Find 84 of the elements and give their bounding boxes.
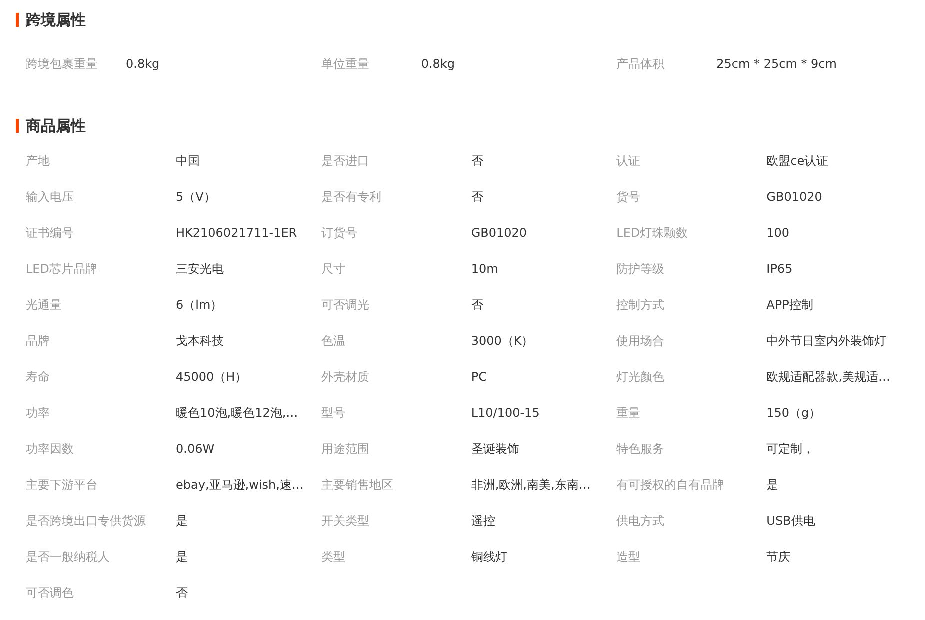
attribute-label: 使用场合 [616, 333, 666, 350]
attribute-value: 0.8kg [126, 56, 160, 73]
attribute-value: 圣诞装饰 [471, 441, 520, 458]
attribute-value: L10/100-15 [471, 405, 540, 422]
attribute-value: 0.06W [176, 441, 215, 458]
attribute-label: 光通量 [26, 297, 63, 314]
attribute-label: 单位重量 [321, 56, 370, 73]
attribute-value: 否 [176, 585, 188, 602]
attribute-value: 否 [471, 189, 484, 206]
attribute-value: GB01020 [766, 189, 822, 206]
attribute-value: 节庆 [766, 549, 791, 566]
attribute-value: 是 [176, 549, 188, 566]
attribute-label: 控制方式 [616, 297, 666, 314]
attribute-label: 寿命 [26, 369, 51, 386]
attribute-label: 用途范围 [321, 441, 370, 458]
attribute-label: 主要销售地区 [321, 477, 394, 494]
attribute-label: 订货号 [321, 225, 358, 242]
attribute-value: 中国 [176, 153, 200, 170]
attribute-value: 三安光电 [176, 261, 224, 278]
attribute-label: 造型 [616, 549, 642, 566]
attribute-label: 特色服务 [616, 441, 666, 458]
attribute-label: 产品体积 [616, 56, 666, 73]
attribute-value: GB01020 [471, 225, 528, 242]
attribute-value: 暖色10泡,暖色12泡,… [176, 405, 298, 422]
attribute-value: 10m [471, 261, 498, 278]
attribute-label: 类型 [321, 549, 346, 566]
attribute-label: 功率因数 [26, 441, 75, 458]
attribute-value: 100 [766, 225, 790, 242]
attribute-value: HK2106021711-1ER [176, 225, 298, 242]
attribute-label: 是否跨境出口专供货源 [26, 513, 147, 530]
accent-bar [16, 13, 19, 27]
section-title: 商品属性 [26, 116, 86, 136]
attribute-label: 灯光颜色 [616, 369, 666, 386]
attribute-value: 45000（H） [176, 369, 248, 386]
attribute-value: 25cm * 25cm * 9cm [716, 56, 837, 73]
attribute-label: 开关类型 [321, 513, 370, 530]
attribute-label: 证书编号 [26, 225, 75, 242]
attribute-label: 输入电压 [26, 189, 75, 206]
attribute-label: 有可授权的自有品牌 [616, 477, 726, 494]
attribute-value: 戈本科技 [176, 333, 224, 350]
attribute-value: PC [471, 369, 487, 386]
attribute-label: 认证 [616, 153, 642, 170]
attribute-label: 跨境包裹重量 [26, 56, 99, 73]
attribute-value: 是 [766, 477, 779, 494]
attribute-value: ebay,亚马逊,wish,速… [176, 477, 304, 494]
attribute-value: USB供电 [766, 513, 816, 530]
attribute-value: 中外节日室内外装饰灯 [766, 333, 887, 350]
attribute-label: 可否调色 [26, 585, 75, 602]
attribute-value: APP控制 [766, 297, 814, 314]
attribute-value: IP65 [766, 261, 793, 278]
attribute-value: 非洲,欧洲,南美,东南… [471, 477, 591, 494]
attribute-label: 型号 [321, 405, 346, 422]
attribute-label: 外壳材质 [321, 369, 370, 386]
attribute-label: 主要下游平台 [26, 477, 99, 494]
attribute-label: LED芯片品牌 [26, 261, 99, 278]
attribute-label: 重量 [616, 405, 642, 422]
attribute-value: 5（V） [176, 189, 216, 206]
attribute-value: 是 [176, 513, 188, 530]
attribute-value: 150（g） [766, 405, 822, 422]
attribute-label: 可否调光 [321, 297, 370, 314]
attribute-value: 3000（K） [471, 333, 534, 350]
attribute-label: 防护等级 [616, 261, 666, 278]
attribute-value: 6（lm） [176, 297, 223, 314]
attribute-value: 可定制， [766, 441, 815, 458]
attribute-label: 功率 [26, 405, 51, 422]
attribute-label: 是否一般纳税人 [26, 549, 111, 566]
attribute-value: 欧盟ce认证 [766, 153, 829, 170]
attribute-label: LED灯珠颗数 [616, 225, 690, 242]
attribute-value: 0.8kg [421, 56, 455, 73]
attribute-value: 否 [471, 297, 484, 314]
attribute-label: 是否进口 [321, 153, 370, 170]
attribute-label: 货号 [616, 189, 642, 206]
section-title: 跨境属性 [26, 10, 86, 30]
attribute-label: 供电方式 [616, 513, 666, 530]
attribute-value: 遥控 [471, 513, 496, 530]
attribute-label: 产地 [26, 153, 51, 170]
attribute-value: 欧规适配器款,美规适… [766, 369, 890, 386]
attribute-label: 尺寸 [321, 261, 346, 278]
attribute-label: 是否有专利 [321, 189, 382, 206]
attribute-label: 品牌 [26, 333, 51, 350]
attribute-label: 色温 [321, 333, 346, 350]
attribute-value: 否 [471, 153, 484, 170]
accent-bar [16, 119, 19, 133]
attribute-value: 铜线灯 [471, 549, 508, 566]
